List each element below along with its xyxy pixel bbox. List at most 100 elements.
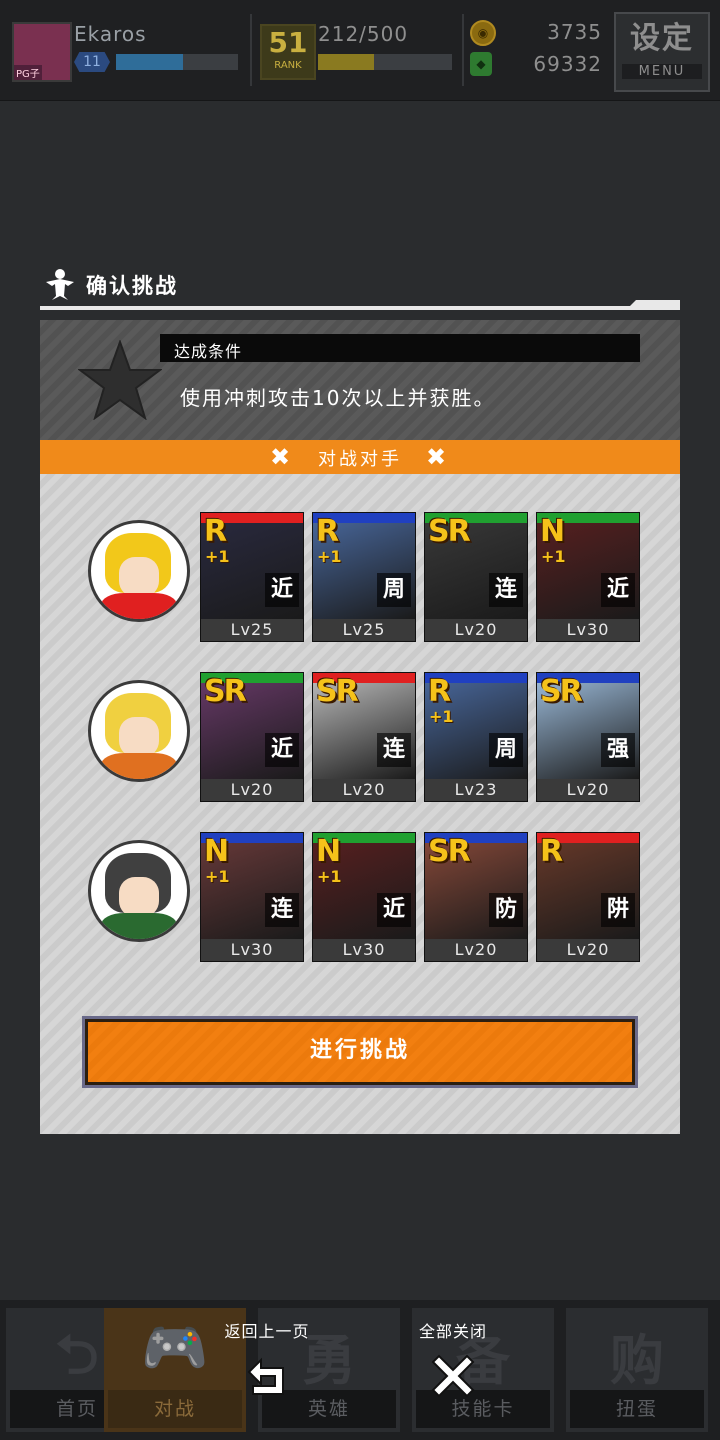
start-challenge-button[interactable]: 进行挑战 [82,1016,638,1088]
skill-card[interactable]: SR 强 Lv20 [536,672,640,802]
modal-header: 确认挑战 [40,262,680,310]
opponent-row: SR 近 Lv20 SR 连 Lv20 R +1 周 Lv23 SR 强 Lv20 [40,672,680,802]
skill-card[interactable]: R +1 近 Lv25 [200,512,304,642]
card-rarity: SR [428,834,471,869]
condition-label: 达成条件 [174,342,243,361]
xp-bar-fill [116,54,184,70]
challenge-modal: 达成条件 使用冲刺攻击10次以上并获胜。 ✖ 对战对手 ✖ R +1 近 Lv25 R +… [40,320,680,1134]
skill-card[interactable]: N +1 近 Lv30 [312,832,416,962]
skill-card[interactable]: SR 近 Lv20 [200,672,304,802]
skill-card[interactable]: R +1 周 Lv25 [312,512,416,642]
card-rarity: SR [204,674,247,709]
nav-gacha-icon: 购 [610,1329,664,1392]
card-level: Lv30 [313,939,415,961]
opponent-row: R +1 近 Lv25 R +1 周 Lv25 SR 连 Lv20 N +1 近 Lv30 [40,512,680,642]
card-plus: +1 [317,867,342,886]
card-type: 近 [601,573,635,607]
opponents-title: 对战对手 [318,449,402,470]
card-rarity: SR [540,674,583,709]
rank-badge: 51 RANK [260,24,316,80]
back-label: 返回上一页 [224,1322,310,1341]
status-bar: PG子 Ekaros 11 51 RANK 212/500 ◉ 3735 ◆ 6… [0,0,720,101]
card-type: 近 [265,733,299,767]
rank-label: RANK [274,60,302,71]
player-avatar[interactable]: PG子 [12,22,72,82]
skill-card[interactable]: SR 连 Lv20 [424,512,528,642]
card-type: 周 [489,733,523,767]
divider [462,14,464,86]
card-level: Lv20 [537,779,639,801]
opponent-avatar[interactable] [88,680,190,782]
avatar-tag: PG子 [14,65,42,80]
card-level: Lv20 [537,939,639,961]
card-type: 周 [377,573,411,607]
card-level: Lv23 [425,779,527,801]
condition-label-bar: 达成条件 [160,334,640,362]
card-type: 强 [601,733,635,767]
card-plus: +1 [317,547,342,566]
card-rarity: N [316,834,341,869]
card-rarity: R [428,674,451,709]
card-level: Lv20 [201,779,303,801]
nav-gacha-label: 扭蛋 [570,1390,704,1428]
opponent-avatar[interactable] [88,840,190,942]
condition-panel: 达成条件 使用冲刺攻击10次以上并获胜。 [40,320,680,440]
condition-text: 使用冲刺攻击10次以上并获胜。 [180,386,496,410]
card-type: 防 [489,893,523,927]
coin-count: 3735 [547,20,602,44]
close-all-button[interactable]: 全部关闭 [398,1318,508,1408]
skill-card[interactable]: R 阱 Lv20 [536,832,640,962]
nav-gacha[interactable]: 购扭蛋 [566,1308,708,1432]
card-type: 近 [377,893,411,927]
star-icon [78,340,162,420]
level-badge: 11 [74,52,110,72]
card-plus: +1 [205,867,230,886]
stamina-bar-fill [318,54,375,70]
skill-card[interactable]: R +1 周 Lv23 [424,672,528,802]
stamina-value: 212/500 [318,22,409,46]
gem-count: 69332 [533,52,602,76]
skill-card[interactable]: SR 防 Lv20 [424,832,528,962]
button-border: 进行挑战 [85,1019,635,1085]
stamina-bar [318,54,452,70]
card-type: 连 [489,573,523,607]
rank-number: 51 [268,26,308,59]
opponent-row: N +1 连 Lv30 N +1 近 Lv30 SR 防 Lv20 R 阱 Lv20 [40,832,680,962]
back-button[interactable]: 返回上一页 [212,1318,322,1408]
menu-title: 设定 [630,21,694,56]
opponents-header: ✖ 对战对手 ✖ [40,440,680,474]
close-all-label: 全部关闭 [418,1322,487,1341]
skill-card[interactable]: N +1 近 Lv30 [536,512,640,642]
avatar-body [101,913,177,939]
card-plus: +1 [205,547,230,566]
card-rarity: R [540,834,563,869]
card-type: 阱 [601,893,635,927]
avatar-face [119,717,159,757]
opponent-avatar[interactable] [88,520,190,622]
card-level: Lv20 [425,619,527,641]
card-type: 连 [377,733,411,767]
menu-sub: MENU [622,64,702,79]
card-level: Lv20 [425,939,527,961]
coin-icon: ◉ [470,20,496,46]
cross-icon: ✖ [426,443,447,471]
menu-button[interactable]: 设定 MENU [614,12,710,92]
card-level: Lv30 [201,939,303,961]
player-name: Ekaros [74,22,147,46]
header-notch [630,300,680,306]
return-arrow-icon [247,1357,284,1395]
modal-title: 确认挑战 [86,274,178,298]
skill-card[interactable]: SR 连 Lv20 [312,672,416,802]
card-plus: +1 [541,547,566,566]
avatar-face [119,557,159,597]
xp-bar [116,54,238,70]
card-level: Lv30 [537,619,639,641]
avatar-body [101,753,177,779]
divider [250,14,252,86]
card-plus: +1 [429,707,454,726]
card-rarity: SR [428,514,471,549]
card-rarity: R [316,514,339,549]
card-type: 连 [265,893,299,927]
skill-card[interactable]: N +1 连 Lv30 [200,832,304,962]
card-type: 近 [265,573,299,607]
